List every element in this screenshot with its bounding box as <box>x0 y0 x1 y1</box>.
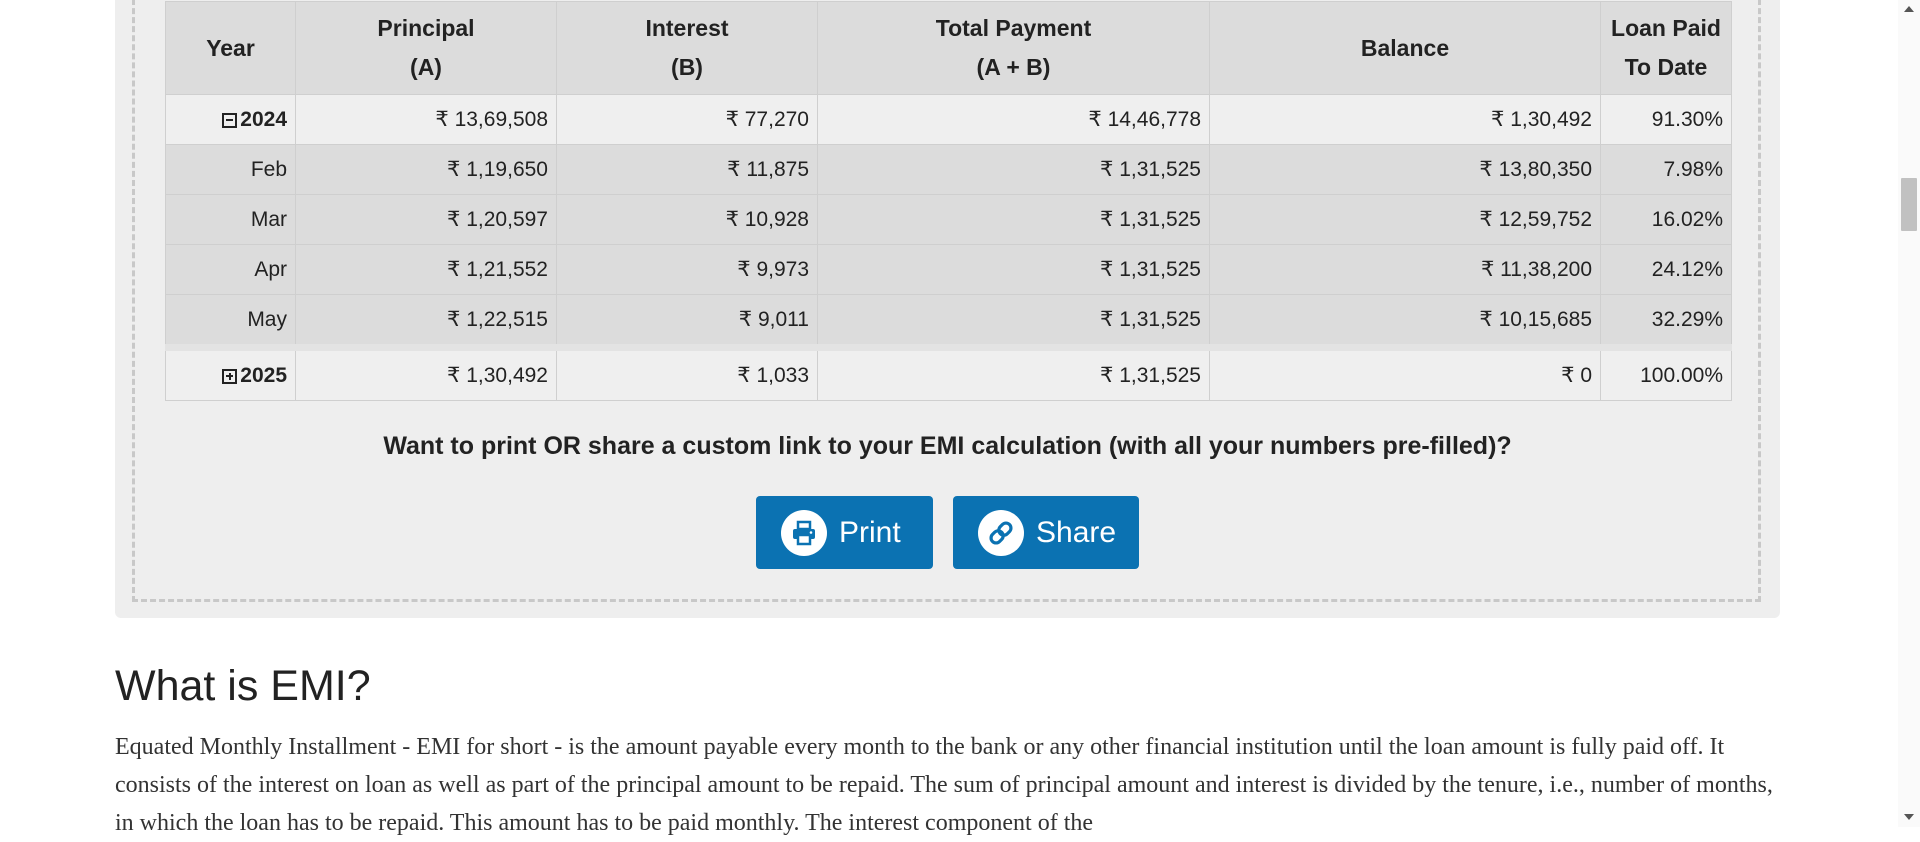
total-payment-cell: ₹ 1,31,525 <box>817 144 1210 195</box>
interest-cell: ₹ 9,011 <box>556 294 818 351</box>
section-heading: What is EMI? <box>115 662 371 710</box>
print-label: Print <box>839 515 901 549</box>
vertical-scrollbar[interactable] <box>1898 0 1920 827</box>
principal-cell: ₹ 1,30,492 <box>295 347 557 401</box>
principal-cell: ₹ 13,69,508 <box>295 94 557 145</box>
share-button[interactable]: Share <box>953 496 1139 569</box>
loan-paid-cell: 100.00% <box>1600 347 1732 401</box>
balance-cell: ₹ 1,30,492 <box>1209 94 1601 145</box>
share-label: Share <box>1036 515 1117 549</box>
balance-cell: ₹ 13,80,350 <box>1209 144 1601 195</box>
loan-paid-cell: 91.30% <box>1600 94 1732 145</box>
share-question: Want to print OR share a custom link to … <box>383 432 1512 460</box>
total-payment-cell: ₹ 1,31,525 <box>817 347 1210 401</box>
print-button[interactable]: Print <box>756 496 933 569</box>
plus-square-icon[interactable] <box>222 368 238 384</box>
balance-cell: ₹ 11,38,200 <box>1209 244 1601 295</box>
table-row: May ₹ 1,22,515 ₹ 9,011 ₹ 1,31,525 ₹ 10,1… <box>165 294 1732 351</box>
principal-cell: ₹ 1,20,597 <box>295 194 557 245</box>
total-payment-cell: ₹ 1,31,525 <box>817 244 1210 295</box>
header-interest: Interest (B) <box>556 1 818 95</box>
year-cell[interactable]: 2025 <box>165 347 296 401</box>
table-row: Mar ₹ 1,20,597 ₹ 10,928 ₹ 1,31,525 ₹ 12,… <box>165 194 1732 245</box>
table-header-row: Year Principal (A) Interest (B) Total Paym… <box>165 1 1732 95</box>
table-row-year-2024[interactable]: 2024 ₹ 13,69,508 ₹ 77,270 ₹ 14,46,778 ₹ … <box>165 94 1732 145</box>
month-cell: May <box>165 294 296 351</box>
month-cell: Apr <box>165 244 296 295</box>
header-year: Year <box>165 1 296 95</box>
interest-cell: ₹ 10,928 <box>556 194 818 245</box>
year-cell[interactable]: 2024 <box>165 94 296 145</box>
scroll-down-icon[interactable] <box>1904 814 1914 820</box>
header-total-payment: Total Payment (A + B) <box>817 1 1210 95</box>
emi-schedule-table: Year Principal (A) Interest (B) Total Paym… <box>165 1 1732 401</box>
principal-cell: ₹ 1,19,650 <box>295 144 557 195</box>
table-row: Apr ₹ 1,21,552 ₹ 9,973 ₹ 1,31,525 ₹ 11,3… <box>165 244 1732 295</box>
table-row: Feb ₹ 1,19,650 ₹ 11,875 ₹ 1,31,525 ₹ 13,… <box>165 144 1732 195</box>
header-loan-paid: Loan Paid To Date <box>1600 1 1732 95</box>
interest-cell: ₹ 9,973 <box>556 244 818 295</box>
month-cell: Mar <box>165 194 296 245</box>
loan-paid-cell: 24.12% <box>1600 244 1732 295</box>
loan-paid-cell: 7.98% <box>1600 144 1732 195</box>
minus-square-icon[interactable] <box>222 112 238 128</box>
interest-cell: ₹ 11,875 <box>556 144 818 195</box>
table-row-year-2025[interactable]: 2025 ₹ 1,30,492 ₹ 1,033 ₹ 1,31,525 ₹ 0 1… <box>165 347 1732 401</box>
principal-cell: ₹ 1,21,552 <box>295 244 557 295</box>
interest-cell: ₹ 1,033 <box>556 347 818 401</box>
principal-cell: ₹ 1,22,515 <box>295 294 557 351</box>
loan-paid-cell: 32.29% <box>1600 294 1732 351</box>
scroll-up-icon[interactable] <box>1904 6 1914 12</box>
section-paragraph: Equated Monthly Installment - EMI for sh… <box>115 734 1773 836</box>
loan-paid-cell: 16.02% <box>1600 194 1732 245</box>
total-payment-cell: ₹ 14,46,778 <box>817 94 1210 145</box>
printer-icon <box>781 509 827 556</box>
header-principal: Principal (A) <box>295 1 557 95</box>
total-payment-cell: ₹ 1,31,525 <box>817 294 1210 351</box>
header-balance: Balance <box>1209 1 1601 95</box>
link-icon <box>978 509 1024 556</box>
total-payment-cell: ₹ 1,31,525 <box>817 194 1210 245</box>
balance-cell: ₹ 0 <box>1209 347 1601 401</box>
balance-cell: ₹ 10,15,685 <box>1209 294 1601 351</box>
balance-cell: ₹ 12,59,752 <box>1209 194 1601 245</box>
month-cell: Feb <box>165 144 296 195</box>
scrollbar-thumb[interactable] <box>1901 178 1917 231</box>
interest-cell: ₹ 77,270 <box>556 94 818 145</box>
